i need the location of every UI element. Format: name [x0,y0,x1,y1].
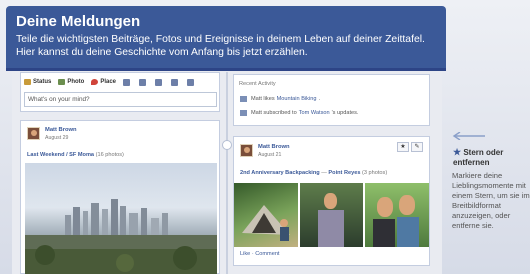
album-name[interactable]: Last Weekend / SF Moma [27,152,94,158]
arrow-left-icon [452,132,485,140]
album-photo[interactable] [299,183,364,247]
post-author[interactable]: Matt Brown [258,144,290,150]
person-icon[interactable] [139,78,147,86]
tent-photo [242,205,290,241]
subscribe-icon [240,110,247,116]
city-skyline [25,199,217,274]
status-input[interactable]: What's on your mind? [24,92,217,107]
tab-place[interactable]: Place [91,79,116,85]
activity-text: Matt likes [251,96,275,102]
album-title[interactable]: Last Weekend / SF Moma (16 photos) [27,152,124,158]
tour-banner: Deine Meldungen Teile die wichtigsten Be… [6,6,446,68]
post-author[interactable]: Matt Brown [45,127,77,133]
tip-title: ★ Stern oder entfernen [453,147,523,168]
banner-text: Teile die wichtigsten Beiträge, Fotos un… [16,34,425,58]
activity-row: Matt subscribed to Tom Watson 's updates… [240,110,359,116]
place-icon [91,79,99,85]
composer-tabs: Status Photo Place [21,73,219,91]
activity-text-end: 's updates. [331,110,359,116]
star-icon: ★ [400,144,406,150]
tip-title-text: Stern oder entfernen [453,148,504,167]
status-composer: Status Photo Place What's on your mind? [20,72,220,112]
banner-title: Deine Meldungen [16,13,141,30]
status-icon [24,79,31,85]
album-photos [234,183,430,247]
timeline-spine [226,72,228,274]
note-icon[interactable] [187,78,195,86]
tab-status-label: Status [33,79,52,85]
avatar[interactable] [240,144,253,157]
like-icon[interactable] [155,78,163,86]
pencil-icon: ✎ [414,144,420,150]
activity-link[interactable]: Tom Watson [299,110,330,116]
city-photo[interactable] [25,163,217,274]
activity-text-end: . [318,96,320,102]
like-icon [240,96,247,102]
tip-body: Markiere deine Lieblingsmomente mit eine… [452,171,530,230]
edit-button[interactable]: ✎ [411,142,423,152]
life-event-icon[interactable] [123,78,131,86]
banner-border [6,68,446,71]
like-comment-links[interactable]: Like · Comment [240,251,279,257]
tab-status[interactable]: Status [24,79,51,85]
activity-text: Matt subscribed to [251,110,297,116]
album-count: (3 photos) [362,170,388,176]
tab-photo-label: Photo [67,79,85,85]
tab-place-label: Place [100,79,117,85]
album-title[interactable]: 2nd Anniversary Backpacking — Point Reye… [240,170,387,176]
tab-photo[interactable]: Photo [58,79,84,85]
activity-title: Recent Activity [239,81,276,87]
album-photo[interactable] [234,183,298,247]
album-count: (16 photos) [95,152,124,158]
album-name[interactable]: 2nd Anniversary Backpacking [240,170,320,176]
recent-activity-box: Recent Activity Matt likes Mountain Biki… [233,74,430,126]
avatar[interactable] [27,127,40,140]
timeline-marker [222,140,232,150]
photo-icon [58,79,66,85]
tag-icon[interactable] [171,78,179,86]
activity-link[interactable]: Mountain Biking [277,96,317,102]
post-date[interactable]: August 29 [45,135,68,141]
album-place[interactable]: Point Reyes [328,170,360,176]
star-icon: ★ [453,147,462,157]
star-button[interactable]: ★ [397,142,409,152]
timeline-post-left: Matt Brown August 29 Last Weekend / SF M… [20,120,220,274]
activity-row: Matt likes Mountain Biking . [240,96,320,102]
post-date[interactable]: August 21 [258,152,281,158]
album-photo[interactable] [365,183,430,247]
